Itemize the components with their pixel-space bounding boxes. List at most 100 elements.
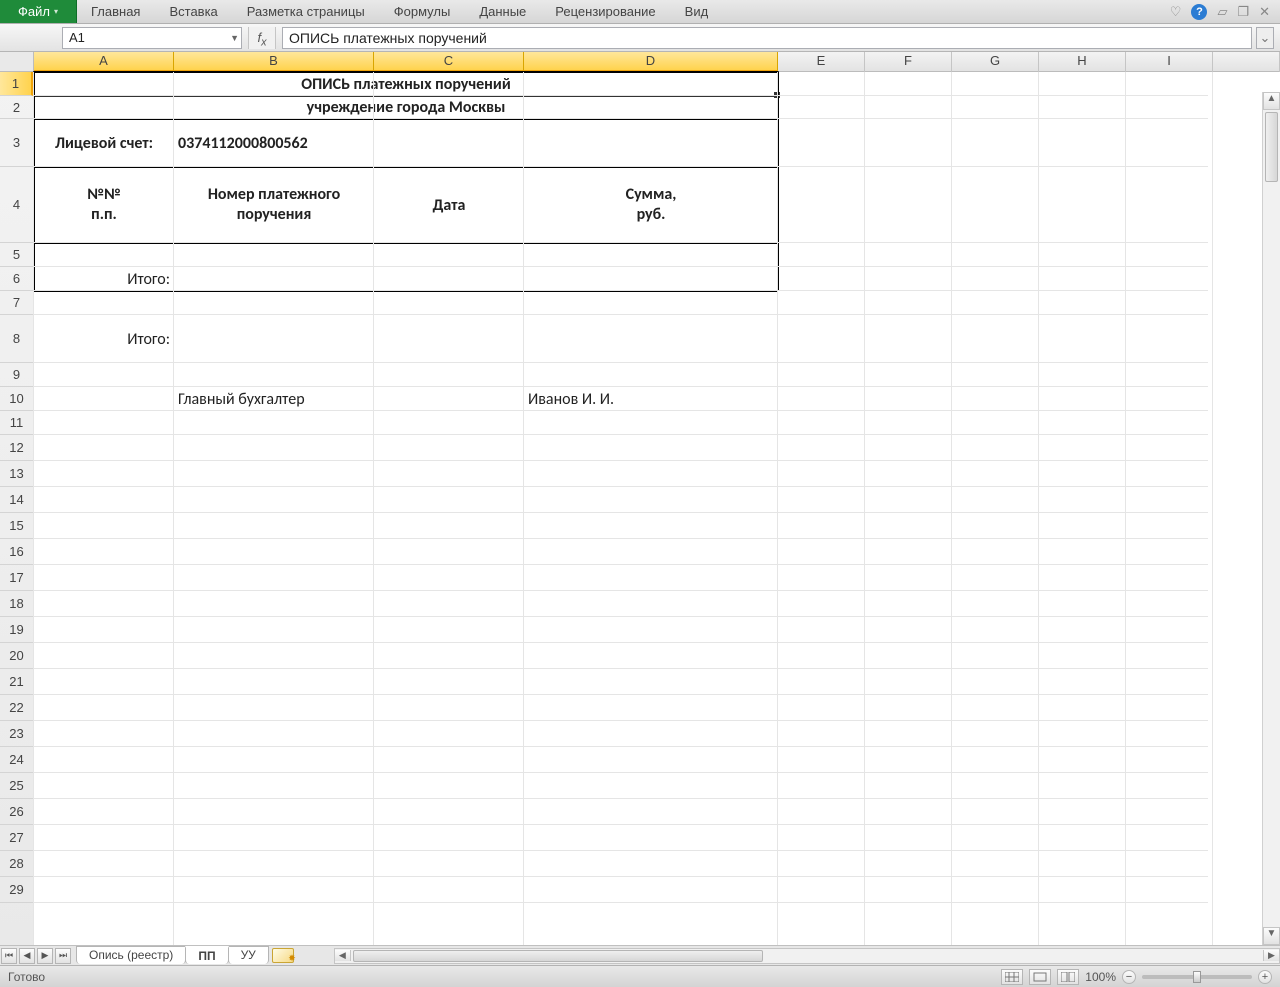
- row-header-9[interactable]: 9: [0, 363, 33, 387]
- view-normal-icon[interactable]: [1001, 969, 1023, 985]
- col-header-I[interactable]: I: [1126, 52, 1213, 72]
- fx-icon[interactable]: fx: [248, 27, 276, 49]
- ribbon-tab-5[interactable]: Рецензирование: [541, 0, 670, 23]
- heart-icon[interactable]: ♡: [1170, 4, 1182, 20]
- minimize-icon[interactable]: ▱: [1217, 4, 1227, 20]
- row-header-27[interactable]: 27: [0, 825, 33, 851]
- col-header-F[interactable]: F: [865, 52, 952, 72]
- row-header-28[interactable]: 28: [0, 851, 33, 877]
- ribbon-tab-6[interactable]: Вид: [671, 0, 724, 23]
- cell-content-th2[interactable]: Номер платежного поручения: [174, 167, 374, 243]
- row-header-18[interactable]: 18: [0, 591, 33, 617]
- formula-input[interactable]: ОПИСЬ платежных поручений: [282, 27, 1252, 49]
- view-pagebreak-icon[interactable]: [1057, 969, 1079, 985]
- cell-content-th3[interactable]: Дата: [374, 167, 524, 243]
- scroll-up-icon[interactable]: ▲: [1263, 92, 1280, 110]
- row-header-1[interactable]: 1: [0, 72, 33, 96]
- row-header-8[interactable]: 8: [0, 315, 33, 363]
- sheet-nav-next-icon[interactable]: ▶: [37, 948, 53, 964]
- ribbon-tab-0[interactable]: Главная: [77, 0, 155, 23]
- cell-content-th4[interactable]: Сумма, руб.: [524, 167, 778, 243]
- ribbon-tab-1[interactable]: Вставка: [155, 0, 232, 23]
- row-header-17[interactable]: 17: [0, 565, 33, 591]
- scroll-thumb-h[interactable]: [353, 950, 763, 962]
- scroll-left-icon[interactable]: ◀: [335, 950, 351, 961]
- zoom-label: 100%: [1085, 970, 1116, 984]
- restore-icon[interactable]: ❐: [1237, 4, 1249, 20]
- row-header-13[interactable]: 13: [0, 461, 33, 487]
- row-header-15[interactable]: 15: [0, 513, 33, 539]
- cell-content-itogo[interactable]: Итого:: [34, 267, 174, 291]
- cell-content-title[interactable]: ОПИСЬ платежных поручений: [34, 72, 778, 96]
- cell-content-account_label[interactable]: Лицевой счет:: [34, 119, 174, 167]
- cell-content-accountant_name[interactable]: Иванов И. И.: [524, 387, 778, 411]
- file-tab[interactable]: Файл: [0, 0, 77, 23]
- formula-expand-icon[interactable]: ⌄: [1256, 27, 1274, 49]
- row-header-29[interactable]: 29: [0, 877, 33, 903]
- col-header-H[interactable]: H: [1039, 52, 1126, 72]
- row-header-6[interactable]: 6: [0, 267, 33, 291]
- sheet-tab-1[interactable]: ПП: [185, 946, 228, 964]
- ribbon-tab-3[interactable]: Формулы: [380, 0, 466, 23]
- cells-area[interactable]: ОПИСЬ платежных порученийучреждение горо…: [34, 72, 1280, 945]
- row-header-5[interactable]: 5: [0, 243, 33, 267]
- col-header-D[interactable]: D: [524, 52, 778, 72]
- ribbon-tabs: Файл ГлавнаяВставкаРазметка страницыФорм…: [0, 0, 1280, 24]
- status-bar: Готово 100% − +: [0, 965, 1280, 987]
- sheet-nav-prev-icon[interactable]: ◀: [19, 948, 35, 964]
- row-header-16[interactable]: 16: [0, 539, 33, 565]
- formula-bar: A1 ▼ fx ОПИСЬ платежных поручений ⌄: [0, 24, 1280, 52]
- row-header-10[interactable]: 10: [0, 387, 33, 411]
- row-header-22[interactable]: 22: [0, 695, 33, 721]
- row-header-21[interactable]: 21: [0, 669, 33, 695]
- sheet-nav-first-icon[interactable]: ⏮: [1, 948, 17, 964]
- zoom-slider[interactable]: [1142, 975, 1252, 979]
- row-header-25[interactable]: 25: [0, 773, 33, 799]
- horizontal-scrollbar[interactable]: ◀ ▶: [334, 948, 1280, 964]
- col-header-E[interactable]: E: [778, 52, 865, 72]
- sheet-tab-2[interactable]: УУ: [228, 946, 269, 964]
- cell-content-itogo2[interactable]: Итого:: [34, 315, 174, 363]
- row-header-19[interactable]: 19: [0, 617, 33, 643]
- vertical-scrollbar[interactable]: ▲ ▼: [1262, 92, 1280, 945]
- view-layout-icon[interactable]: [1029, 969, 1051, 985]
- zoom-out-icon[interactable]: −: [1122, 970, 1136, 984]
- zoom-in-icon[interactable]: +: [1258, 970, 1272, 984]
- row-header-23[interactable]: 23: [0, 721, 33, 747]
- ribbon-tab-2[interactable]: Разметка страницы: [233, 0, 380, 23]
- row-header-11[interactable]: 11: [0, 411, 33, 435]
- row-header-7[interactable]: 7: [0, 291, 33, 315]
- row-header-20[interactable]: 20: [0, 643, 33, 669]
- zoom-thumb[interactable]: [1193, 971, 1201, 983]
- help-icon[interactable]: ?: [1191, 4, 1207, 20]
- row-header-14[interactable]: 14: [0, 487, 33, 513]
- ribbon-tab-4[interactable]: Данные: [465, 0, 541, 23]
- sheet-tab-bar: ⏮ ◀ ▶ ⏭ Опись (реестр)ППУУ ◀ ▶: [0, 945, 1280, 965]
- cell-content-th1[interactable]: №№ п.п.: [34, 167, 174, 243]
- formula-text: ОПИСЬ платежных поручений: [289, 30, 487, 46]
- chevron-down-icon[interactable]: ▼: [230, 33, 239, 43]
- select-all-cell[interactable]: [0, 52, 34, 72]
- scroll-right-icon[interactable]: ▶: [1263, 950, 1279, 961]
- col-header-B[interactable]: B: [174, 52, 374, 72]
- col-header-A[interactable]: A: [34, 52, 174, 72]
- scroll-down-icon[interactable]: ▼: [1263, 927, 1280, 945]
- scroll-thumb-v[interactable]: [1265, 112, 1278, 182]
- cell-content-account_value[interactable]: 0374112000800562: [174, 119, 374, 167]
- cell-content-accountant_label[interactable]: Главный бухгалтер: [174, 387, 374, 411]
- cell-content-subtitle[interactable]: учреждение города Москвы: [34, 96, 778, 119]
- sheet-tab-0[interactable]: Опись (реестр): [76, 946, 186, 964]
- row-header-3[interactable]: 3: [0, 119, 33, 167]
- new-sheet-icon[interactable]: [272, 948, 294, 963]
- row-header-12[interactable]: 12: [0, 435, 33, 461]
- row-headers: 1234567891011121314151617181920212223242…: [0, 72, 34, 945]
- row-header-4[interactable]: 4: [0, 167, 33, 243]
- col-header-C[interactable]: C: [374, 52, 524, 72]
- col-header-G[interactable]: G: [952, 52, 1039, 72]
- row-header-2[interactable]: 2: [0, 96, 33, 119]
- close-icon[interactable]: ✕: [1259, 4, 1270, 20]
- row-header-24[interactable]: 24: [0, 747, 33, 773]
- sheet-nav-last-icon[interactable]: ⏭: [55, 948, 71, 964]
- row-header-26[interactable]: 26: [0, 799, 33, 825]
- name-box[interactable]: A1 ▼: [62, 27, 242, 49]
